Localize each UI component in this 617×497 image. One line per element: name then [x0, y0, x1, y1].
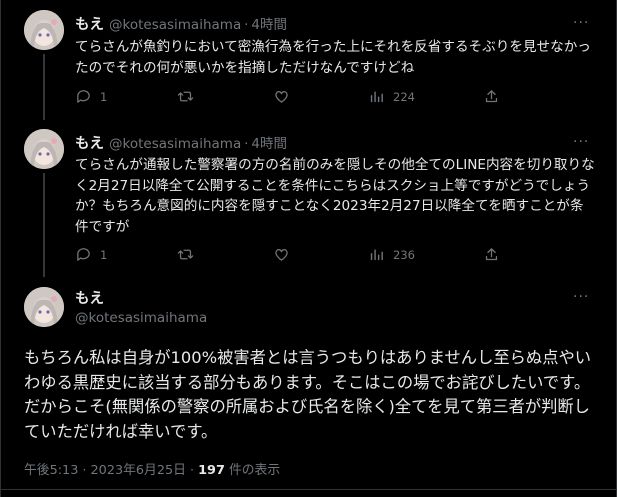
reply-button[interactable]: 1 [75, 246, 107, 263]
share-button[interactable] [483, 88, 500, 105]
view-label: 件の表示 [228, 463, 281, 478]
more-options-icon[interactable]: ··· [573, 16, 589, 30]
tweet-header: もえ @kotesasimaihama · 4時間 [75, 132, 287, 153]
tweet-time[interactable]: 4時間 [251, 132, 287, 152]
heart-icon [275, 249, 288, 261]
like-button[interactable] [273, 88, 298, 105]
display-name[interactable]: もえ [75, 287, 104, 308]
avatar-image-icon [24, 129, 64, 169]
user-handle[interactable]: @kotesasimaihama [109, 17, 241, 33]
thread-connector [43, 173, 45, 277]
avatar-image-icon [24, 287, 64, 327]
display-name[interactable]: もえ [75, 132, 104, 153]
tweet-time[interactable]: 4時間 [251, 13, 287, 33]
like-button[interactable] [273, 246, 298, 263]
more-options-icon[interactable]: ··· [573, 135, 589, 149]
avatar[interactable] [24, 287, 64, 327]
user-handle[interactable]: @kotesasimaihama [109, 136, 241, 152]
views-button[interactable]: 224 [368, 88, 415, 105]
tweet-header: もえ @kotesasimaihama · 4時間 [75, 13, 287, 34]
view-count: 236 [393, 247, 415, 262]
reply-icon [77, 90, 90, 103]
heart-icon [275, 91, 288, 103]
tweet-text: てらさんが通報した警察署の方の名前のみを隠しその他全てのLINE内容を切り取りな… [75, 157, 595, 235]
retweet-icon [177, 91, 194, 102]
divider [0, 489, 617, 490]
share-icon [485, 248, 498, 261]
retweet-icon [177, 249, 194, 260]
reply-button[interactable]: 1 [75, 88, 107, 105]
avatar-image-icon [24, 10, 64, 50]
user-handle[interactable]: @kotesasimaihama [75, 310, 207, 326]
more-options-icon[interactable]: ··· [573, 290, 589, 304]
analytics-icon [370, 91, 383, 103]
views-button[interactable]: 236 [368, 246, 415, 263]
display-name[interactable]: もえ [75, 13, 104, 34]
analytics-icon [370, 249, 383, 261]
avatar[interactable] [24, 10, 64, 50]
tweet-text: てらさんが魚釣りにおいて密漁行為を行った上にそれを反省するそぶりを見せなかったの… [75, 39, 591, 76]
share-icon [485, 90, 498, 103]
retweet-button[interactable] [177, 88, 202, 105]
reply-count: 1 [100, 247, 108, 262]
view-count: 197 [198, 463, 225, 478]
avatar[interactable] [24, 129, 64, 169]
tweet-text: もちろん私は自身が100%被害者とは言うつもりはありませんし至らぬ点やいわゆる黒… [24, 348, 592, 441]
separator-dot: · [244, 137, 249, 152]
reply-icon [77, 248, 90, 261]
retweet-button[interactable] [177, 246, 202, 263]
separator-dot: · [244, 18, 249, 33]
view-count: 224 [393, 89, 415, 104]
thread-connector [43, 54, 45, 120]
reply-count: 1 [100, 89, 108, 104]
tweet-timestamp[interactable]: 午後5:13 · 2023年6月25日 · [24, 463, 194, 478]
tweet-meta: 午後5:13 · 2023年6月25日 · 197 件の表示 [24, 459, 280, 478]
share-button[interactable] [483, 246, 500, 263]
